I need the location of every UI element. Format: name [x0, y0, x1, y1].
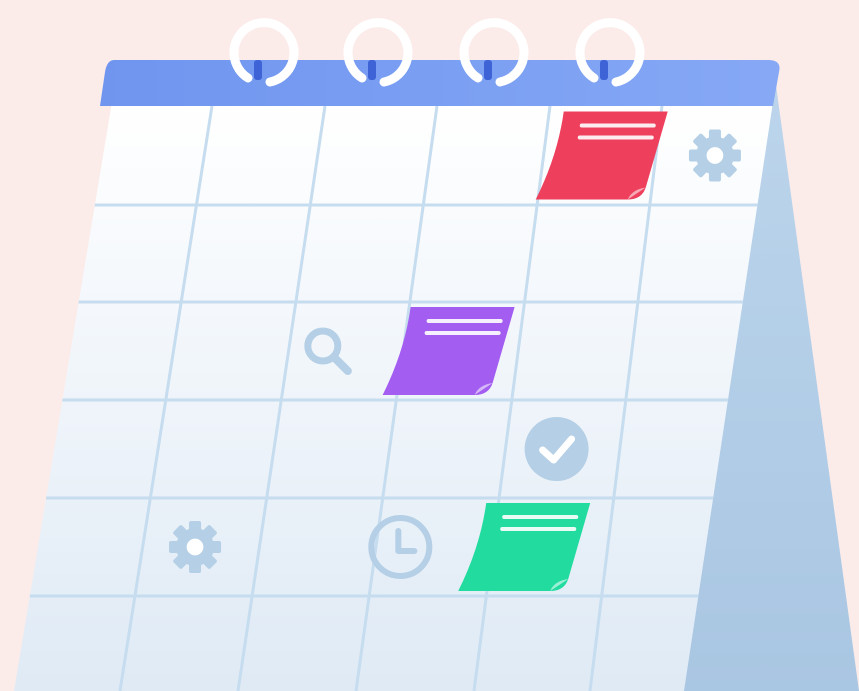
gear-icon — [169, 521, 222, 573]
calendar-header — [100, 60, 780, 106]
gear-icon — [688, 129, 741, 182]
calendar-illustration — [14, 18, 859, 691]
check-circle-icon — [524, 417, 589, 481]
calendar-page — [14, 102, 773, 691]
